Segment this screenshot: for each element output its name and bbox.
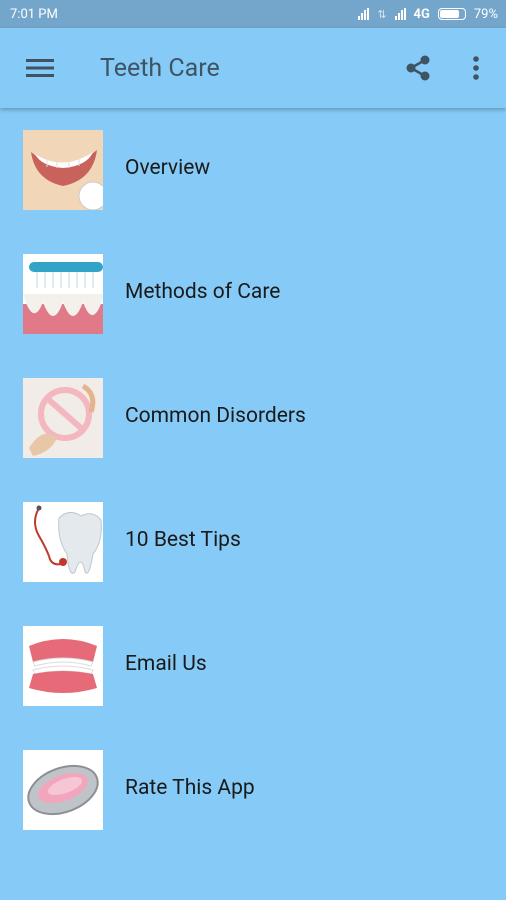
list-item-label: Methods of Care	[125, 280, 281, 304]
list-item-overview[interactable]: Overview	[0, 128, 506, 252]
page-title: Teeth Care	[100, 53, 220, 83]
list-item-label: Overview	[125, 156, 211, 180]
battery-icon	[437, 8, 466, 20]
list-item-email-us[interactable]: Email Us	[0, 624, 506, 748]
jaw-model-thumbnail	[23, 750, 103, 830]
list-item-common-disorders[interactable]: Common Disorders	[0, 376, 506, 500]
hamburger-menu-icon[interactable]	[20, 48, 60, 88]
app-bar: Teeth Care	[0, 28, 506, 108]
toothbrush-teeth-thumbnail	[23, 254, 103, 334]
stethoscope-tooth-thumbnail	[23, 502, 103, 582]
list-item-label: 10 Best Tips	[125, 528, 241, 552]
more-options-icon[interactable]	[456, 48, 496, 88]
list-item-methods-of-care[interactable]: Methods of Care	[0, 252, 506, 376]
status-bar: 7:01 PM ⇅ 4G 79%	[0, 0, 506, 28]
status-time: 7:01 PM	[10, 6, 58, 22]
signal-icon-2	[394, 8, 406, 20]
list-item-rate-this-app[interactable]: Rate This App	[0, 748, 506, 872]
data-transfer-icon: ⇅	[377, 7, 387, 21]
list-item-10-best-tips[interactable]: 10 Best Tips	[0, 500, 506, 624]
battery-percent: 79%	[473, 6, 498, 22]
smile-teeth-thumbnail	[23, 130, 103, 210]
network-type: 4G	[413, 6, 430, 22]
share-icon[interactable]	[398, 48, 438, 88]
status-icons: ⇅ 4G 79%	[358, 7, 498, 22]
floss-thumbnail	[23, 378, 103, 458]
menu-list: Overview Methods of Care Common Disorder	[0, 108, 506, 872]
list-item-label: Common Disorders	[125, 404, 306, 428]
list-item-label: Email Us	[125, 652, 207, 676]
list-item-label: Rate This App	[125, 776, 255, 800]
signal-icon	[358, 8, 370, 20]
dentures-thumbnail	[23, 626, 103, 706]
